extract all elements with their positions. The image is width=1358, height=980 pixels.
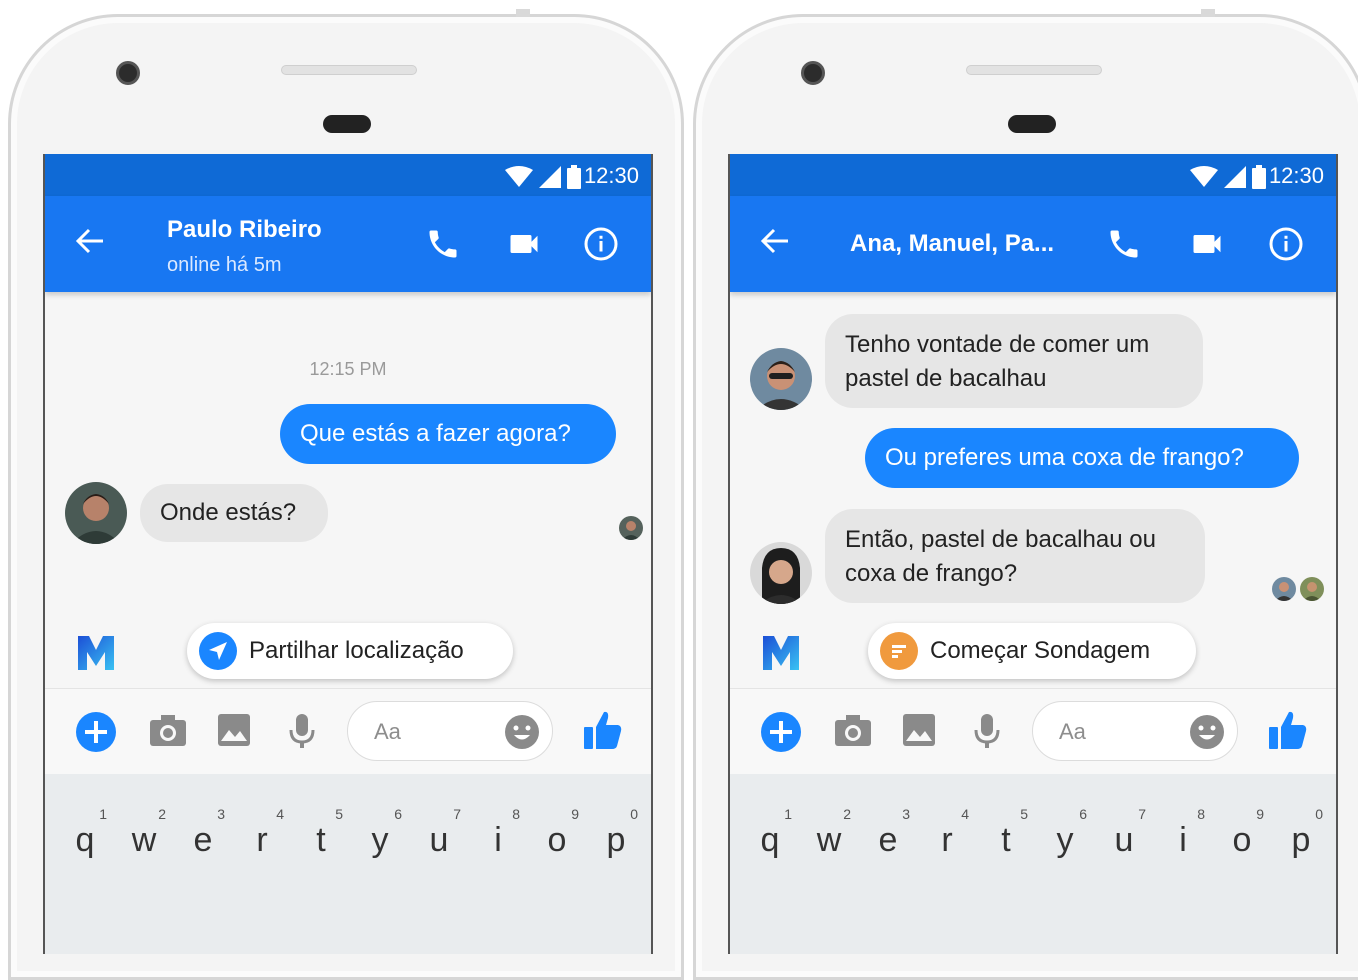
front-camera xyxy=(116,61,140,85)
keyboard: 1q 2w 3e 4r 5t 6y 7u 8i 9o 0p xyxy=(730,774,1336,954)
earpiece-speaker xyxy=(966,65,1102,75)
signal-icon xyxy=(539,166,561,188)
microphone-icon[interactable] xyxy=(974,713,1000,749)
gallery-icon[interactable] xyxy=(217,713,251,747)
key-t[interactable]: 5t xyxy=(293,806,349,858)
conversation-header: Ana, Manuel, Pa... xyxy=(730,196,1336,292)
poll-icon xyxy=(880,632,918,670)
emoji-icon[interactable] xyxy=(504,714,540,750)
key-r[interactable]: 4r xyxy=(234,806,290,858)
battery-icon xyxy=(567,165,581,189)
incoming-message[interactable]: Então, pastel de bacalhau ou coxa de fra… xyxy=(825,509,1205,603)
back-arrow-icon[interactable] xyxy=(760,226,790,256)
front-camera xyxy=(801,61,825,85)
power-button xyxy=(516,9,530,17)
video-call-icon[interactable] xyxy=(1188,226,1226,262)
status-time: 12:30 xyxy=(1268,163,1324,188)
proximity-sensor xyxy=(1008,115,1056,133)
key-o[interactable]: 9o xyxy=(1214,806,1270,858)
group-name[interactable]: Ana, Manuel, Pa... xyxy=(850,230,1054,258)
thumbs-up-icon[interactable] xyxy=(583,709,623,751)
info-icon[interactable] xyxy=(583,226,619,262)
thumbs-up-icon[interactable] xyxy=(1268,709,1308,751)
read-receipt-avatar xyxy=(1300,577,1324,601)
screen-right: 12:30 Ana, Manuel, Pa... Tenho vontade d… xyxy=(728,154,1338,954)
incoming-message[interactable]: Onde estás? xyxy=(140,484,328,542)
chip-label: Partilhar localização xyxy=(249,637,464,664)
power-button xyxy=(1201,9,1215,17)
key-u[interactable]: 7u xyxy=(1096,806,1152,858)
key-r[interactable]: 4r xyxy=(919,806,975,858)
conversation-header: Paulo Ribeiro online há 5m xyxy=(45,196,651,292)
location-arrow-icon xyxy=(199,632,237,670)
key-i[interactable]: 8i xyxy=(1155,806,1211,858)
wifi-icon xyxy=(505,166,533,187)
m-assistant-icon[interactable] xyxy=(75,632,117,674)
key-y[interactable]: 6y xyxy=(1037,806,1093,858)
read-receipt-avatar xyxy=(619,516,643,540)
key-u[interactable]: 7u xyxy=(411,806,467,858)
message-text-field[interactable] xyxy=(372,716,496,748)
key-t[interactable]: 5t xyxy=(978,806,1034,858)
key-w[interactable]: 2w xyxy=(116,806,172,858)
camera-icon[interactable] xyxy=(834,713,872,747)
key-q[interactable]: 1q xyxy=(57,806,113,858)
outgoing-message[interactable]: Que estás a fazer agora? xyxy=(280,404,616,464)
message-composer xyxy=(45,688,651,775)
start-poll-chip[interactable]: Começar Sondagem xyxy=(868,623,1196,679)
key-q[interactable]: 1q xyxy=(742,806,798,858)
gallery-icon[interactable] xyxy=(902,713,936,747)
phone-call-icon[interactable] xyxy=(1106,226,1142,262)
key-y[interactable]: 6y xyxy=(352,806,408,858)
key-w[interactable]: 2w xyxy=(801,806,857,858)
key-o[interactable]: 9o xyxy=(529,806,585,858)
key-e[interactable]: 3e xyxy=(175,806,231,858)
outgoing-message[interactable]: Ou preferes uma coxa de frango? xyxy=(865,428,1299,488)
status-bar: 12:30 xyxy=(45,154,651,196)
emoji-icon[interactable] xyxy=(1189,714,1225,750)
read-receipt-avatar xyxy=(1272,577,1296,601)
back-arrow-icon[interactable] xyxy=(75,226,105,256)
screen-left: 12:30 Paulo Ribeiro online há 5m 12:15 P… xyxy=(43,154,653,954)
message-input[interactable] xyxy=(1032,701,1238,761)
microphone-icon[interactable] xyxy=(289,713,315,749)
contact-name[interactable]: Paulo Ribeiro xyxy=(167,216,322,244)
key-p[interactable]: 0p xyxy=(588,806,644,858)
message-text-field[interactable] xyxy=(1057,716,1181,748)
message-timestamp: 12:15 PM xyxy=(309,359,387,379)
battery-icon xyxy=(1252,165,1266,189)
key-p[interactable]: 0p xyxy=(1273,806,1329,858)
proximity-sensor xyxy=(323,115,371,133)
avatar[interactable] xyxy=(750,348,812,410)
m-assistant-icon[interactable] xyxy=(760,632,802,674)
phone-left: 12:30 Paulo Ribeiro online há 5m 12:15 P… xyxy=(8,9,684,980)
add-icon[interactable] xyxy=(75,711,117,753)
contact-status: online há 5m xyxy=(167,254,282,276)
key-i[interactable]: 8i xyxy=(470,806,526,858)
wifi-icon xyxy=(1190,166,1218,187)
avatar[interactable] xyxy=(750,542,812,604)
message-input[interactable] xyxy=(347,701,553,761)
chip-label: Começar Sondagem xyxy=(930,637,1151,664)
status-time: 12:30 xyxy=(583,163,639,188)
avatar[interactable] xyxy=(65,482,127,544)
camera-icon[interactable] xyxy=(149,713,187,747)
info-icon[interactable] xyxy=(1268,226,1304,262)
share-location-chip[interactable]: Partilhar localização xyxy=(187,623,513,679)
phone-call-icon[interactable] xyxy=(425,226,461,262)
earpiece-speaker xyxy=(281,65,417,75)
message-composer xyxy=(730,688,1336,775)
add-icon[interactable] xyxy=(760,711,802,753)
status-bar: 12:30 xyxy=(730,154,1336,196)
key-e[interactable]: 3e xyxy=(860,806,916,858)
signal-icon xyxy=(1224,166,1246,188)
phone-right: 12:30 Ana, Manuel, Pa... Tenho vontade d… xyxy=(693,9,1358,980)
incoming-message[interactable]: Tenho vontade de comer um pastel de baca… xyxy=(825,314,1203,408)
keyboard: 1q 2w 3e 4r 5t 6y 7u 8i 9o 0p xyxy=(45,774,651,954)
video-call-icon[interactable] xyxy=(505,226,543,262)
